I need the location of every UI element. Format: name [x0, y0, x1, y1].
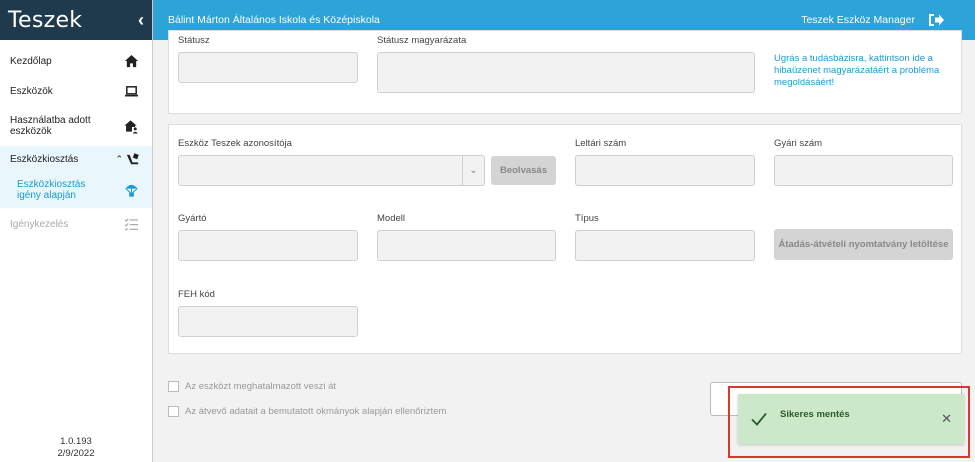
close-icon[interactable]: ✕	[941, 411, 952, 427]
model-field[interactable]	[377, 230, 556, 261]
toast-message: Sikeres mentés	[780, 408, 850, 420]
sidebar-item-label: Igénykezelés	[10, 218, 69, 230]
collapse-sidebar-icon[interactable]: ‹	[138, 10, 144, 31]
home-icon	[122, 52, 140, 70]
check-icon	[750, 410, 768, 428]
device-card: Eszköz Teszek azonosítója ⌄ Beolvasás Le…	[168, 124, 962, 354]
sidebar-header: Teszek ‹	[0, 0, 152, 40]
manufacturer-label: Gyártó	[178, 213, 207, 224]
sidebar-item-allocation[interactable]: Eszközkiosztás ⌃	[0, 146, 152, 172]
allocation-expand[interactable]: ⌃	[112, 150, 140, 168]
parachute-box-icon	[122, 181, 140, 199]
brand-logo: Teszek	[8, 7, 83, 33]
status-field[interactable]	[178, 52, 358, 83]
feh-code-label: FEH kód	[178, 289, 215, 300]
inventory-number-field[interactable]	[575, 155, 755, 186]
school-name: Bálint Márton Általános Iskola és Középi…	[168, 14, 380, 26]
sidebar-item-label: Eszközök	[10, 85, 53, 97]
proxy-checkbox-label: Az eszközt meghatalmazott veszi át	[185, 381, 337, 392]
sidebar-item-label: Eszközkiosztás	[10, 153, 79, 165]
scan-button[interactable]: Beolvasás	[491, 156, 556, 185]
hand-holding-icon	[126, 152, 139, 164]
status-description-field[interactable]	[377, 52, 755, 93]
house-user-icon	[122, 117, 140, 135]
sidebar: Teszek ‹ Kezdőlap Eszközök Használatba a…	[0, 0, 153, 462]
success-toast: Sikeres mentés ✕	[738, 394, 964, 444]
sidebar-item-label: Eszközkiosztás igény alapján	[17, 179, 86, 201]
feh-code-field[interactable]	[178, 306, 358, 337]
download-handover-button[interactable]: Átadás-átvételi nyomtatvány letöltése	[774, 229, 953, 260]
version-date: 2/9/2022	[57, 448, 95, 459]
status-description-label: Státusz magyarázata	[377, 35, 467, 46]
serial-number-label: Gyári szám	[774, 138, 823, 149]
model-label: Modell	[377, 213, 405, 224]
proxy-checkbox[interactable]: Az eszközt meghatalmazott veszi át	[168, 381, 336, 392]
chevron-up-icon: ⌃	[115, 153, 123, 164]
knowledge-base-link[interactable]: Ugrás a tudásbázisra, kattintson ide a h…	[774, 53, 954, 89]
type-field[interactable]	[575, 230, 755, 261]
device-id-select[interactable]: ⌄	[178, 155, 485, 186]
serial-number-field[interactable]	[774, 155, 953, 186]
type-label: Típus	[575, 213, 599, 224]
chevron-down-icon[interactable]: ⌄	[462, 156, 484, 185]
verify-checkbox-label: Az átvevő adatait a bemutatott okmányok …	[185, 406, 447, 417]
device-id-label: Eszköz Teszek azonosítója	[178, 138, 292, 149]
laptop-icon	[122, 82, 140, 100]
checklist-icon	[122, 215, 140, 233]
checkbox-box[interactable]	[168, 406, 179, 417]
status-card: Státusz Státusz magyarázata Ugrás a tudá…	[168, 30, 962, 114]
checkbox-box[interactable]	[168, 381, 179, 392]
manufacturer-field[interactable]	[178, 230, 358, 261]
sidebar-item-used-devices[interactable]: Használatba adott eszközök	[0, 106, 152, 146]
status-label: Státusz	[178, 35, 210, 46]
top-bar-right: Teszek Eszköz Manager	[801, 11, 945, 29]
version-number: 1.0.193	[60, 436, 92, 447]
sidebar-item-requests[interactable]: Igénykezelés	[0, 208, 152, 240]
version-info: 1.0.193 2/9/2022	[0, 436, 152, 460]
sidebar-item-allocation-request[interactable]: Eszközkiosztás igény alapján	[0, 172, 152, 208]
sidebar-item-label: Kezdőlap	[10, 55, 52, 67]
app-name: Teszek Eszköz Manager	[801, 14, 915, 26]
logout-icon[interactable]	[927, 11, 945, 29]
sidebar-item-label: Használatba adott eszközök	[10, 115, 91, 137]
sidebar-item-devices[interactable]: Eszközök	[0, 76, 152, 106]
inventory-number-label: Leltári szám	[575, 138, 627, 149]
verify-checkbox[interactable]: Az átvevő adatait a bemutatott okmányok …	[168, 406, 446, 417]
sidebar-item-home[interactable]: Kezdőlap	[0, 46, 152, 76]
